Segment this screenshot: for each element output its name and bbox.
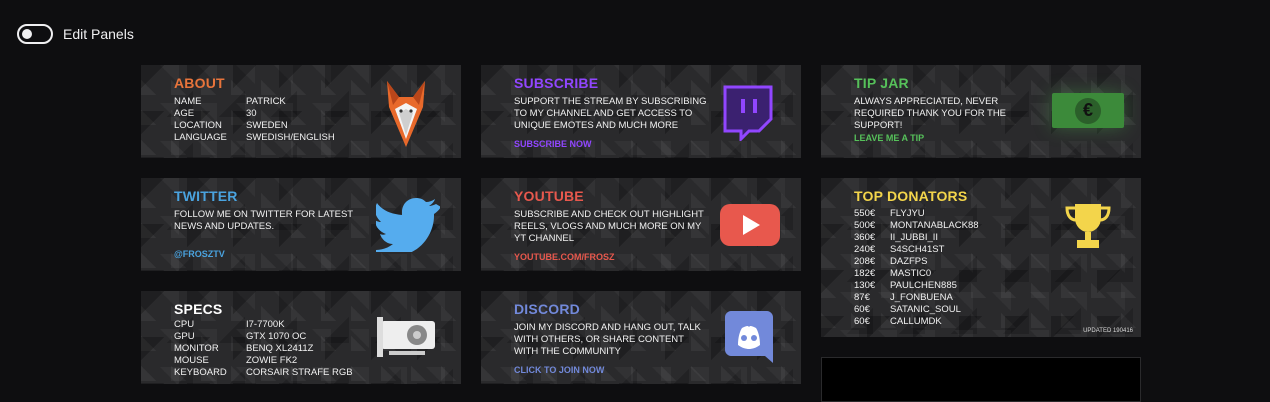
spec-value: CORSAIR STRAFE RGB — [246, 367, 353, 378]
euro-symbol: € — [1075, 97, 1101, 124]
spec-key: MOUSE — [174, 355, 209, 366]
twitter-bird-icon — [376, 198, 440, 252]
subscribe-text: SUPPORT THE STREAM BY SUBSCRIBING TO MY … — [514, 96, 707, 131]
donator-name: CALLUMDK — [890, 316, 942, 327]
donator-name: II_JUBBI_II — [890, 232, 939, 243]
about-value: 30 — [246, 108, 257, 119]
spec-key: CPU — [174, 319, 195, 330]
donation-amount: 208€ — [854, 256, 876, 267]
updated-date: UPDATED 190416 — [1083, 328, 1133, 334]
about-panel: ABOUT NAME PATRICK AGE 30 LOCATION SWEDEN L… — [141, 65, 461, 158]
donation-amount: 87€ — [854, 292, 870, 303]
euro-banknote-icon: € — [1052, 93, 1124, 128]
spec-key: KEYBOARD — [174, 367, 227, 378]
donator-name: SATANIC_SOUL — [890, 304, 961, 315]
discord-join-link[interactable]: CLICK TO JOIN NOW — [514, 365, 604, 375]
spec-key: MONITOR — [174, 343, 219, 354]
donator-name: DAZFPS — [890, 256, 928, 267]
leave-tip-link[interactable]: LEAVE ME A TIP — [854, 133, 924, 143]
donator-name: PAULCHEN885 — [890, 280, 957, 291]
discord-title: DISCORD — [514, 301, 580, 317]
discord-icon — [725, 311, 773, 363]
twitter-handle-link[interactable]: @FROSZTV — [174, 249, 225, 259]
youtube-title: YOUTUBE — [514, 188, 584, 204]
tip-jar-text: ALWAYS APPRECIATED, NEVER REQUIRED THANK… — [854, 96, 1007, 131]
twitter-title: TWITTER — [174, 188, 238, 204]
discord-text: JOIN MY DISCORD AND HANG OUT, TALK WITH … — [514, 322, 701, 357]
donation-amount: 182€ — [854, 268, 876, 279]
graphics-card-icon — [377, 317, 435, 357]
donator-name: FLYJYU — [890, 208, 925, 219]
youtube-channel-link[interactable]: YOUTUBE.COM/FROSZ — [514, 252, 615, 262]
about-details: NAME PATRICK AGE 30 LOCATION SWEDEN LANGUAG… — [174, 96, 335, 144]
about-value: SWEDEN — [246, 120, 288, 131]
subscribe-panel: SUBSCRIBE SUPPORT THE STREAM BY SUBSCRIB… — [481, 65, 801, 158]
youtube-text: SUBSCRIBE AND CHECK OUT HIGHLIGHT REELS,… — [514, 209, 704, 244]
about-key: LOCATION — [174, 120, 222, 131]
top-donators-title: TOP DONATORS — [854, 188, 968, 204]
donation-amount: 500€ — [854, 220, 876, 231]
donator-list: 550€ FLYJYU 500€ MONTANABLACK88 360€ II_JUB… — [854, 208, 979, 328]
spec-value: GTX 1070 OC — [246, 331, 307, 342]
twitch-icon — [723, 85, 773, 141]
spec-value: I7-7700K — [246, 319, 285, 330]
edit-panels-toggle-row: Edit Panels — [17, 24, 134, 44]
donator-name: MASTIC0 — [890, 268, 932, 279]
about-key: AGE — [174, 108, 195, 119]
donation-amount: 130€ — [854, 280, 876, 291]
about-title: ABOUT — [174, 75, 225, 91]
youtube-panel: YOUTUBE SUBSCRIBE AND CHECK OUT HIGHLIGH… — [481, 178, 801, 271]
subscribe-now-link[interactable]: SUBSCRIBE NOW — [514, 139, 592, 149]
youtube-play-icon — [720, 204, 780, 246]
tip-jar-panel: TIP JAR ALWAYS APPRECIATED, NEVER REQUIR… — [821, 65, 1141, 158]
donation-amount: 60€ — [854, 304, 870, 315]
tip-jar-title: TIP JAR — [854, 75, 909, 91]
trophy-icon — [1065, 204, 1111, 248]
spec-value: ZOWIE FK2 — [246, 355, 298, 366]
twitter-panel: TWITTER FOLLOW ME ON TWITTER FOR LATEST … — [141, 178, 461, 271]
specs-title: SPECS — [174, 301, 223, 317]
empty-panel — [821, 357, 1141, 402]
about-value: SWEDISH/ENGLISH — [246, 132, 335, 143]
twitter-text: FOLLOW ME ON TWITTER FOR LATEST NEWS AND… — [174, 209, 353, 232]
donator-name: MONTANABLACK88 — [890, 220, 979, 231]
donator-name: S4SCH41ST — [890, 244, 945, 255]
subscribe-title: SUBSCRIBE — [514, 75, 599, 91]
donation-amount: 240€ — [854, 244, 876, 255]
specs-panel: SPECS CPU I7-7700K GPU GTX 1070 OC MONITOR… — [141, 291, 461, 384]
donation-amount: 360€ — [854, 232, 876, 243]
about-key: NAME — [174, 96, 202, 107]
spec-value: BENQ XL2411Z — [246, 343, 314, 354]
edit-panels-toggle[interactable] — [17, 24, 53, 44]
fox-icon — [387, 81, 425, 147]
top-donators-panel: TOP DONATORS 550€ FLYJYU 500€ MONTANABLACK… — [821, 178, 1141, 337]
donation-amount: 60€ — [854, 316, 870, 327]
toggle-knob — [22, 29, 32, 39]
about-value: PATRICK — [246, 96, 286, 107]
about-key: LANGUAGE — [174, 132, 227, 143]
specs-details: CPU I7-7700K GPU GTX 1070 OC MONITOR BENQ X… — [174, 319, 353, 379]
spec-key: GPU — [174, 331, 195, 342]
discord-panel: DISCORD JOIN MY DISCORD AND HANG OUT, TA… — [481, 291, 801, 384]
donation-amount: 550€ — [854, 208, 876, 219]
donator-name: J_FONBUENA — [890, 292, 953, 303]
edit-panels-label: Edit Panels — [63, 26, 134, 42]
